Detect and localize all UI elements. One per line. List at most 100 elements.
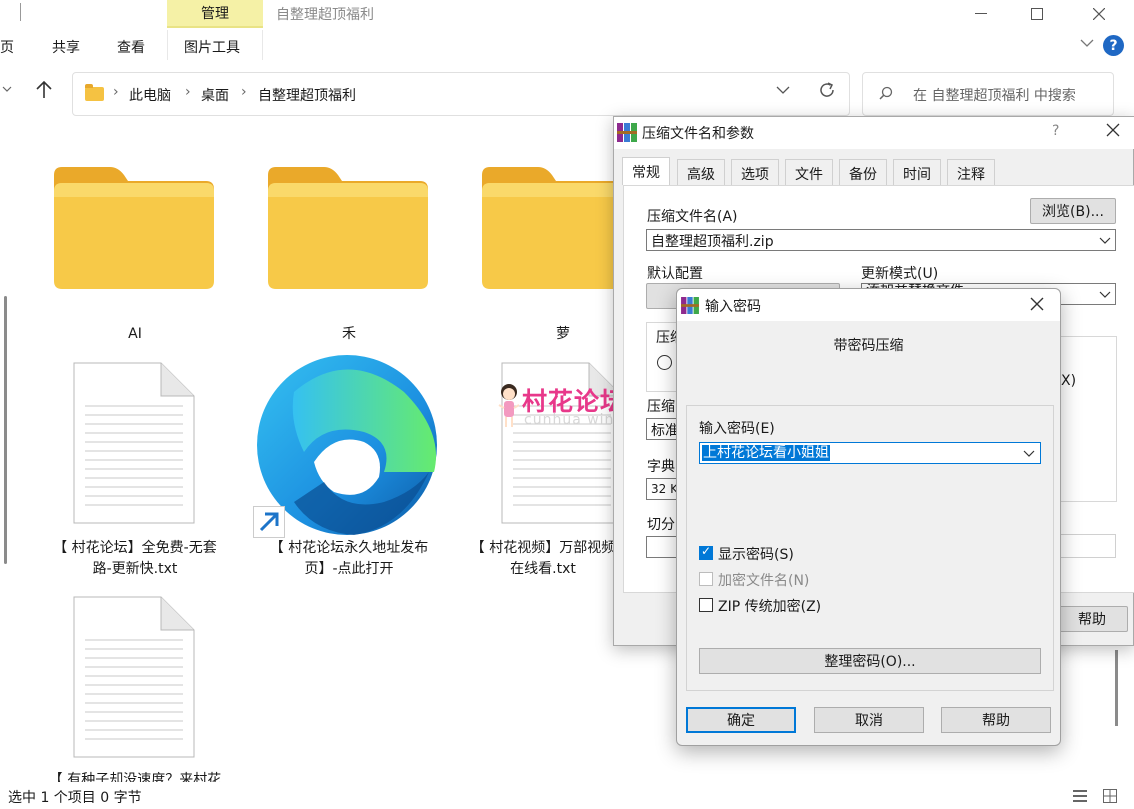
enter-password-label: 输入密码(E) (699, 421, 775, 437)
ribbon-tab-share[interactable]: 共享 (52, 37, 80, 57)
password-dialog-close-icon[interactable] (1029, 292, 1045, 317)
item-label: 【 有种子却没速度？来村花 (48, 772, 222, 782)
update-mode-label: 更新模式(U) (861, 266, 939, 282)
help-button[interactable]: 帮助 (941, 707, 1051, 733)
show-password-checkbox[interactable] (699, 544, 713, 560)
text-file-icon (73, 596, 195, 758)
tab-backup[interactable]: 备份 (839, 159, 887, 185)
context-tab-manage[interactable]: 管理 (167, 0, 263, 28)
default-profile-label: 默认配置 (647, 266, 703, 282)
status-text: 选中 1 个项目 0 字节 (8, 790, 142, 806)
close-button[interactable] (1076, 0, 1122, 28)
chevron-down-icon (1099, 291, 1111, 298)
up-arrow-icon[interactable] (34, 80, 54, 105)
tab-comment[interactable]: 注释 (947, 159, 995, 185)
title-bar: 管理 自整理超顶福利 (0, 0, 1134, 30)
breadcrumb-separator-icon: › (241, 84, 247, 100)
watermark-mascot-icon (498, 384, 520, 427)
zip-legacy-encryption-checkbox[interactable] (699, 598, 713, 612)
archive-name-field[interactable]: 自整理超顶福利.zip (646, 229, 1116, 251)
details-view-icon[interactable] (1072, 788, 1088, 804)
show-password-label: 显示密码(S) (718, 547, 794, 563)
watermark-subtext: cunhua win (524, 412, 615, 428)
browse-button[interactable]: 浏览(B)... (1030, 198, 1116, 224)
password-input[interactable]: 上村花论坛看小姐姐 (699, 442, 1041, 464)
file-item-txt-3[interactable]: 【 有种子却没速度？来村花 (35, 596, 235, 782)
password-dialog-title-bar: 输入密码 (677, 289, 1060, 321)
password-value: 上村花论坛看小姐姐 (702, 445, 830, 461)
breadcrumb-separator-icon: › (185, 84, 191, 100)
encrypt-filenames-checkbox (699, 572, 713, 586)
ribbon-expand-chevron-icon[interactable] (1080, 36, 1094, 52)
folder-icon (85, 84, 104, 101)
file-item-txt-1[interactable]: 【 村花论坛】全免费-无套路-更新快.txt (35, 362, 235, 582)
item-label: 【 村花视频】万部视频在线看.txt (470, 540, 616, 577)
tab-time[interactable]: 时间 (893, 159, 941, 185)
search-placeholder: 在 自整理超顶福利 中搜索 (913, 88, 1076, 104)
password-group: 输入密码(E) 上村花论坛看小姐姐 显示密码(S) 加密文件名(N) ZIP 传… (686, 405, 1054, 691)
item-label: 【 村花论坛】全免费-无套路-更新快.txt (53, 540, 217, 577)
shortcut-arrow-icon (253, 506, 285, 538)
item-label: 禾 (342, 326, 356, 342)
breadcrumb-this-pc[interactable]: 此电脑 (129, 85, 171, 105)
item-label: 【 村花论坛永久地址发布页】-点此打开 (269, 540, 429, 577)
maximize-button[interactable] (1014, 0, 1060, 28)
title-separator (20, 3, 21, 21)
minimize-button[interactable] (958, 0, 1004, 28)
winrar-logo-icon (617, 123, 637, 142)
cancel-button[interactable]: 取消 (814, 707, 924, 733)
ok-button[interactable]: 确定 (686, 707, 796, 733)
breadcrumb-current-folder[interactable]: 自整理超顶福利 (258, 85, 356, 105)
recent-locations-chevron-icon[interactable] (2, 82, 12, 97)
ribbon-tab-file[interactable]: 页 (0, 37, 14, 57)
nav-pane-scrollbar[interactable] (4, 296, 7, 564)
compression-method-value: 标准 (651, 423, 679, 439)
dictionary-size-label: 字典 (647, 459, 675, 475)
window-title: 自整理超顶福利 (276, 7, 374, 23)
minimize-icon (975, 13, 987, 14)
ribbon-tab-view[interactable]: 查看 (117, 37, 145, 57)
encrypt-filenames-label: 加密文件名(N) (718, 573, 810, 589)
enter-password-dialog: 输入密码 带密码压缩 输入密码(E) 上村花论坛看小姐姐 显示密码(S) 加密文… (676, 288, 1061, 746)
archive-name-value: 自整理超顶福利.zip (651, 234, 774, 250)
options-partial-label: X) (1061, 373, 1077, 389)
tab-general[interactable]: 常规 (622, 157, 670, 185)
organize-passwords-button[interactable]: 整理密码(O)... (699, 648, 1041, 674)
rar-help-button[interactable]: 帮助 (1056, 606, 1128, 632)
chevron-down-icon (1023, 450, 1035, 457)
dialog-help-button[interactable]: ? (1052, 123, 1059, 139)
tab-options[interactable]: 选项 (731, 159, 779, 185)
item-label: AI (128, 326, 142, 342)
tab-advanced[interactable]: 高级 (677, 159, 725, 185)
compression-method-label: 压缩 (647, 399, 675, 415)
maximize-icon (1031, 8, 1043, 20)
file-list-scrollbar[interactable] (1115, 650, 1118, 726)
breadcrumb-desktop[interactable]: 桌面 (201, 85, 229, 105)
file-item-folder-ai[interactable]: AI (35, 158, 235, 348)
archive-name-label: 压缩文件名(A) (647, 209, 738, 225)
ribbon-tab-picture-tools[interactable]: 图片工具 (184, 37, 240, 57)
file-item-shortcut[interactable]: 【 村花论坛永久地址发布页】-点此打开 (249, 352, 449, 582)
dialog-title: 压缩文件名和参数 (642, 126, 754, 142)
close-icon (1093, 8, 1105, 20)
refresh-icon[interactable] (818, 80, 836, 104)
tab-files[interactable]: 文件 (785, 159, 833, 185)
zip-legacy-encryption-label: ZIP 传统加密(Z) (718, 599, 822, 615)
file-item-folder-luo[interactable]: 萝 (463, 158, 642, 348)
breadcrumb-separator-icon: › (113, 84, 119, 100)
dialog-title-bar: 压缩文件名和参数 ? (614, 117, 1134, 149)
dialog-close-icon[interactable] (1106, 121, 1120, 142)
search-icon (879, 86, 893, 100)
format-radio[interactable] (657, 355, 672, 370)
search-box[interactable]: 在 自整理超顶福利 中搜索 (862, 72, 1114, 116)
help-button[interactable]: ? (1103, 35, 1124, 56)
file-item-folder-he[interactable]: 禾 (249, 158, 449, 348)
text-file-icon (73, 362, 195, 524)
large-icons-view-icon[interactable] (1102, 788, 1118, 804)
status-bar: 选中 1 个项目 0 字节 (0, 783, 1134, 809)
password-dialog-subtitle: 带密码压缩 (833, 338, 904, 354)
address-dropdown-icon[interactable] (776, 83, 790, 99)
address-bar[interactable]: › 此电脑 › 桌面 › 自整理超顶福利 (72, 72, 850, 116)
password-dialog-title: 输入密码 (705, 299, 761, 315)
folder-icon (54, 167, 214, 289)
